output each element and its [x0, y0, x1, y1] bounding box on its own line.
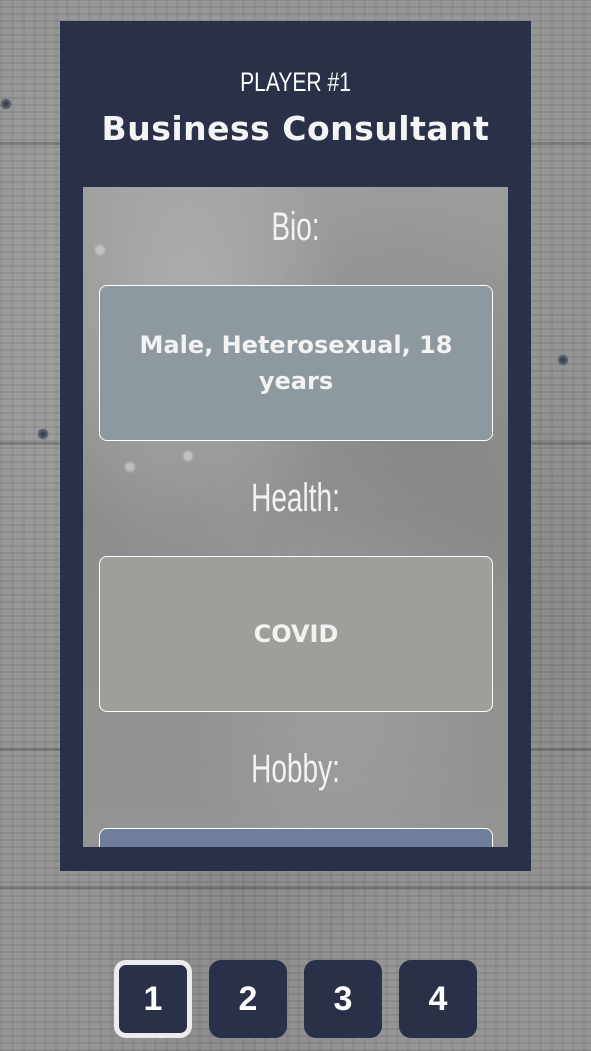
page-button-4[interactable]: 4: [399, 960, 477, 1038]
wall-hole: [557, 354, 569, 366]
page-button-1[interactable]: 1: [114, 960, 192, 1038]
wall-hole: [37, 428, 49, 440]
player-card: PLAYER #1 Business Consultant Bio: Male,…: [60, 21, 531, 871]
bio-value: Male, Heterosexual, 18 years: [139, 331, 453, 395]
panel-speck: [183, 451, 193, 461]
page-button-label: 1: [143, 979, 163, 1018]
health-heading: Health:: [251, 476, 340, 520]
player-details-panel[interactable]: Bio: Male, Heterosexual, 18 years Health…: [83, 187, 508, 847]
page-button-2[interactable]: 2: [209, 960, 287, 1038]
player-label: PLAYER #1: [240, 67, 351, 97]
wall-hole: [0, 98, 12, 110]
role-title: Business Consultant: [101, 109, 490, 148]
health-box[interactable]: COVID: [99, 556, 493, 712]
hobby-box[interactable]: [99, 828, 493, 847]
wall-seam: [0, 886, 591, 889]
bio-heading: Bio:: [271, 205, 320, 249]
page-button-label: 2: [238, 979, 258, 1018]
health-value: COVID: [253, 620, 339, 648]
player-pager: 1 2 3 4: [114, 960, 478, 1040]
page-button-label: 3: [333, 979, 353, 1018]
panel-speck: [95, 245, 105, 255]
hobby-heading: Hobby:: [251, 747, 340, 791]
page-button-3[interactable]: 3: [304, 960, 382, 1038]
page-button-label: 4: [428, 979, 448, 1018]
bio-box[interactable]: Male, Heterosexual, 18 years: [99, 285, 493, 441]
panel-speck: [125, 462, 135, 472]
